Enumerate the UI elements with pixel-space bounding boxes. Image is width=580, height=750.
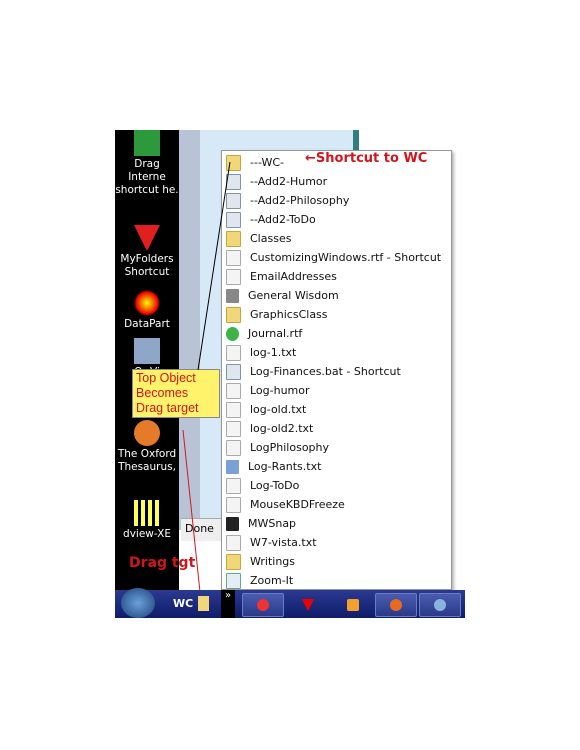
arrow-to-top-item	[197, 161, 231, 371]
screenshot: Done Drag Interne shortcut he. MyFolders…	[115, 130, 465, 618]
arrow-to-drag-target	[182, 429, 201, 593]
firefox-icon	[390, 599, 402, 611]
taskbar: WC »	[115, 588, 465, 618]
taskbar-button-thunderbird[interactable]	[419, 593, 461, 617]
red-triangles-icon	[302, 599, 314, 611]
start-button[interactable]	[121, 588, 155, 618]
taskbar-button-media[interactable]	[332, 593, 374, 617]
folder-icon[interactable]	[198, 596, 209, 611]
annotation-arrows	[182, 161, 231, 593]
starburst-icon	[257, 599, 269, 611]
toolbar-label[interactable]: WC	[173, 597, 193, 610]
toolbar-chevron[interactable]: »	[221, 590, 235, 618]
thunderbird-icon	[434, 599, 446, 611]
media-icon	[347, 599, 359, 611]
taskbar-button-firefox[interactable]	[375, 593, 417, 617]
taskbar-button-myfolders[interactable]	[287, 593, 329, 617]
taskbar-button-starburst[interactable]	[242, 593, 284, 617]
